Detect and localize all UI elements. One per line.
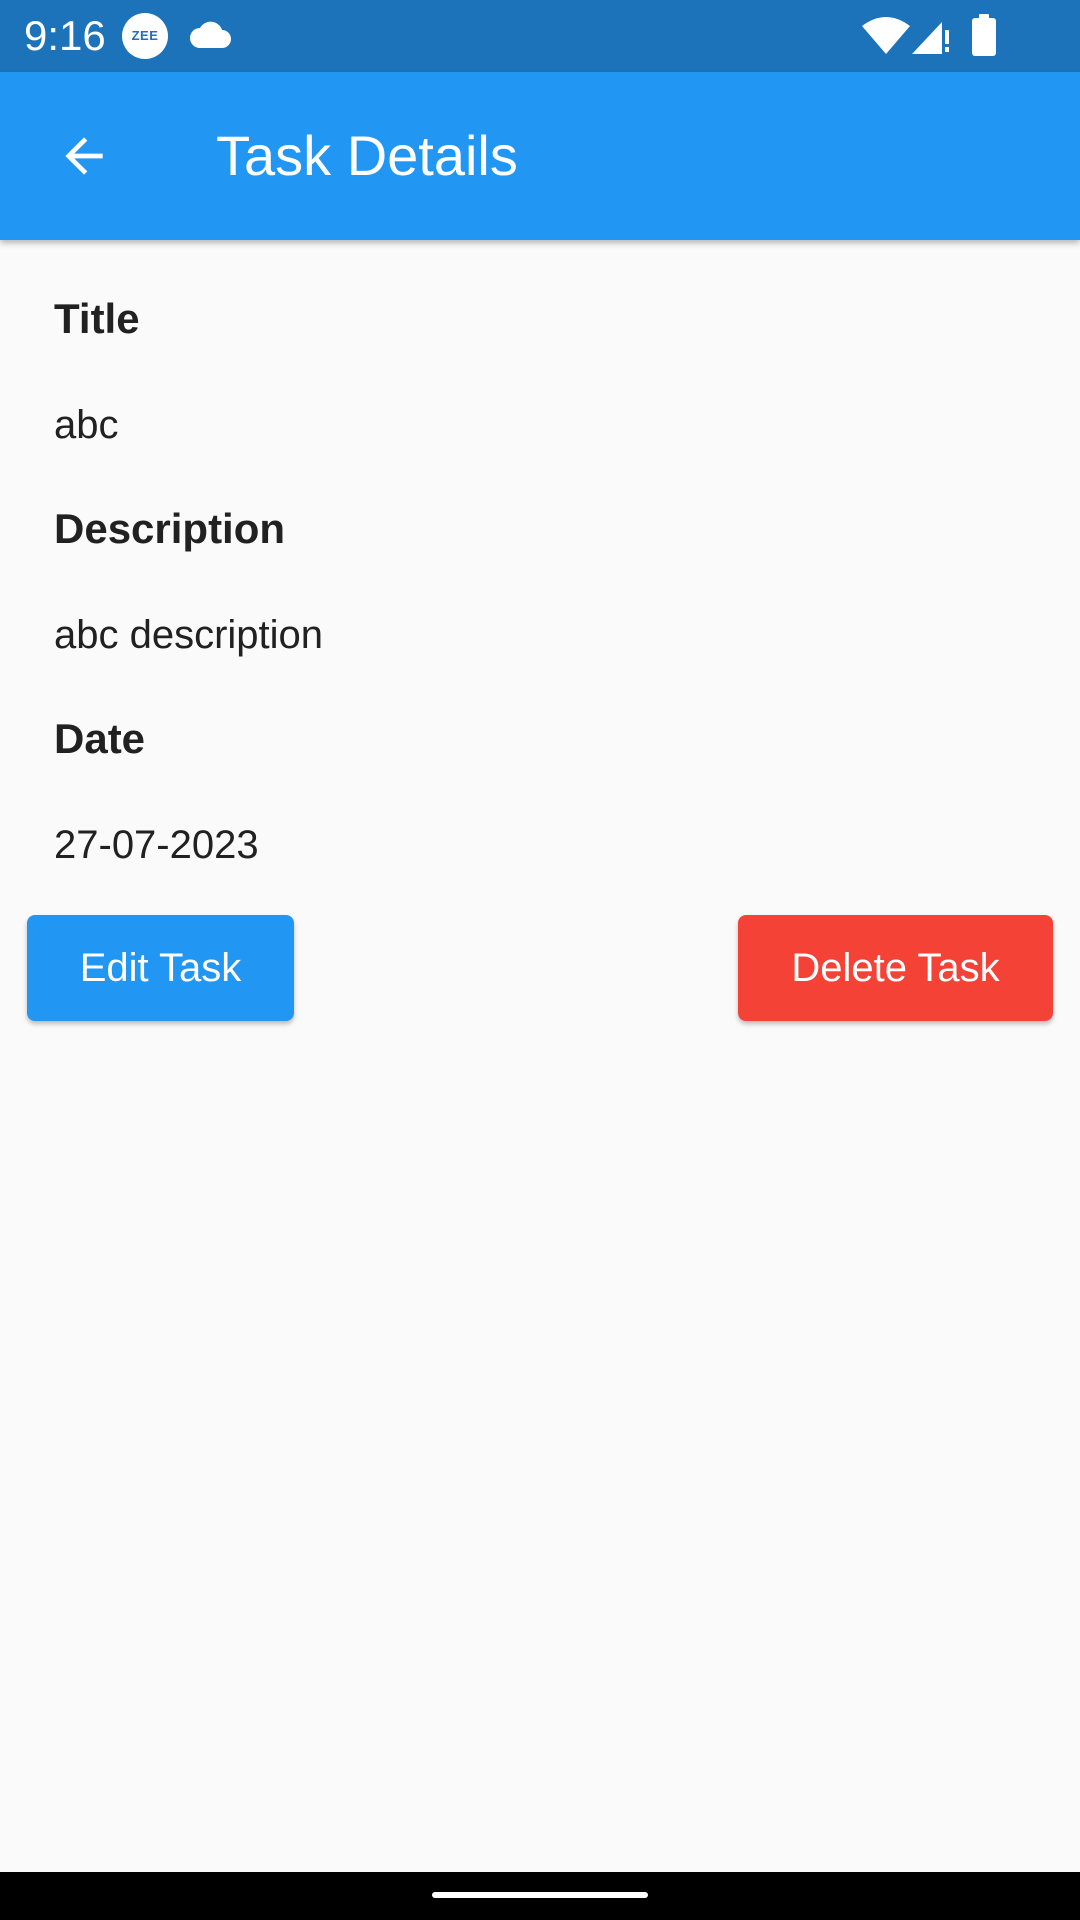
arrow-back-icon (65, 137, 103, 175)
page-title: Task Details (216, 124, 518, 187)
app-bar: Task Details (0, 72, 1080, 240)
back-button[interactable] (40, 112, 128, 200)
zee-app-icon: ZEE (122, 13, 168, 59)
date-value: 27-07-2023 (54, 823, 259, 867)
title-value: abc (54, 403, 119, 447)
description-value: abc description (54, 613, 324, 657)
signal-icon (912, 22, 949, 54)
cloud-icon (190, 21, 231, 48)
delete-task-button[interactable]: Delete Task (738, 915, 1053, 1021)
home-gesture-handle[interactable] (432, 1892, 648, 1898)
date-label: Date (54, 715, 146, 762)
battery-icon (972, 14, 996, 56)
status-bar: 9:16 ZEE (0, 0, 1080, 72)
status-time: 9:16 (24, 12, 106, 59)
wifi-icon (862, 17, 910, 54)
description-label: Description (54, 505, 286, 552)
navigation-bar (0, 1872, 1080, 1920)
title-label: Title (54, 295, 140, 342)
edit-task-button[interactable]: Edit Task (27, 915, 294, 1021)
